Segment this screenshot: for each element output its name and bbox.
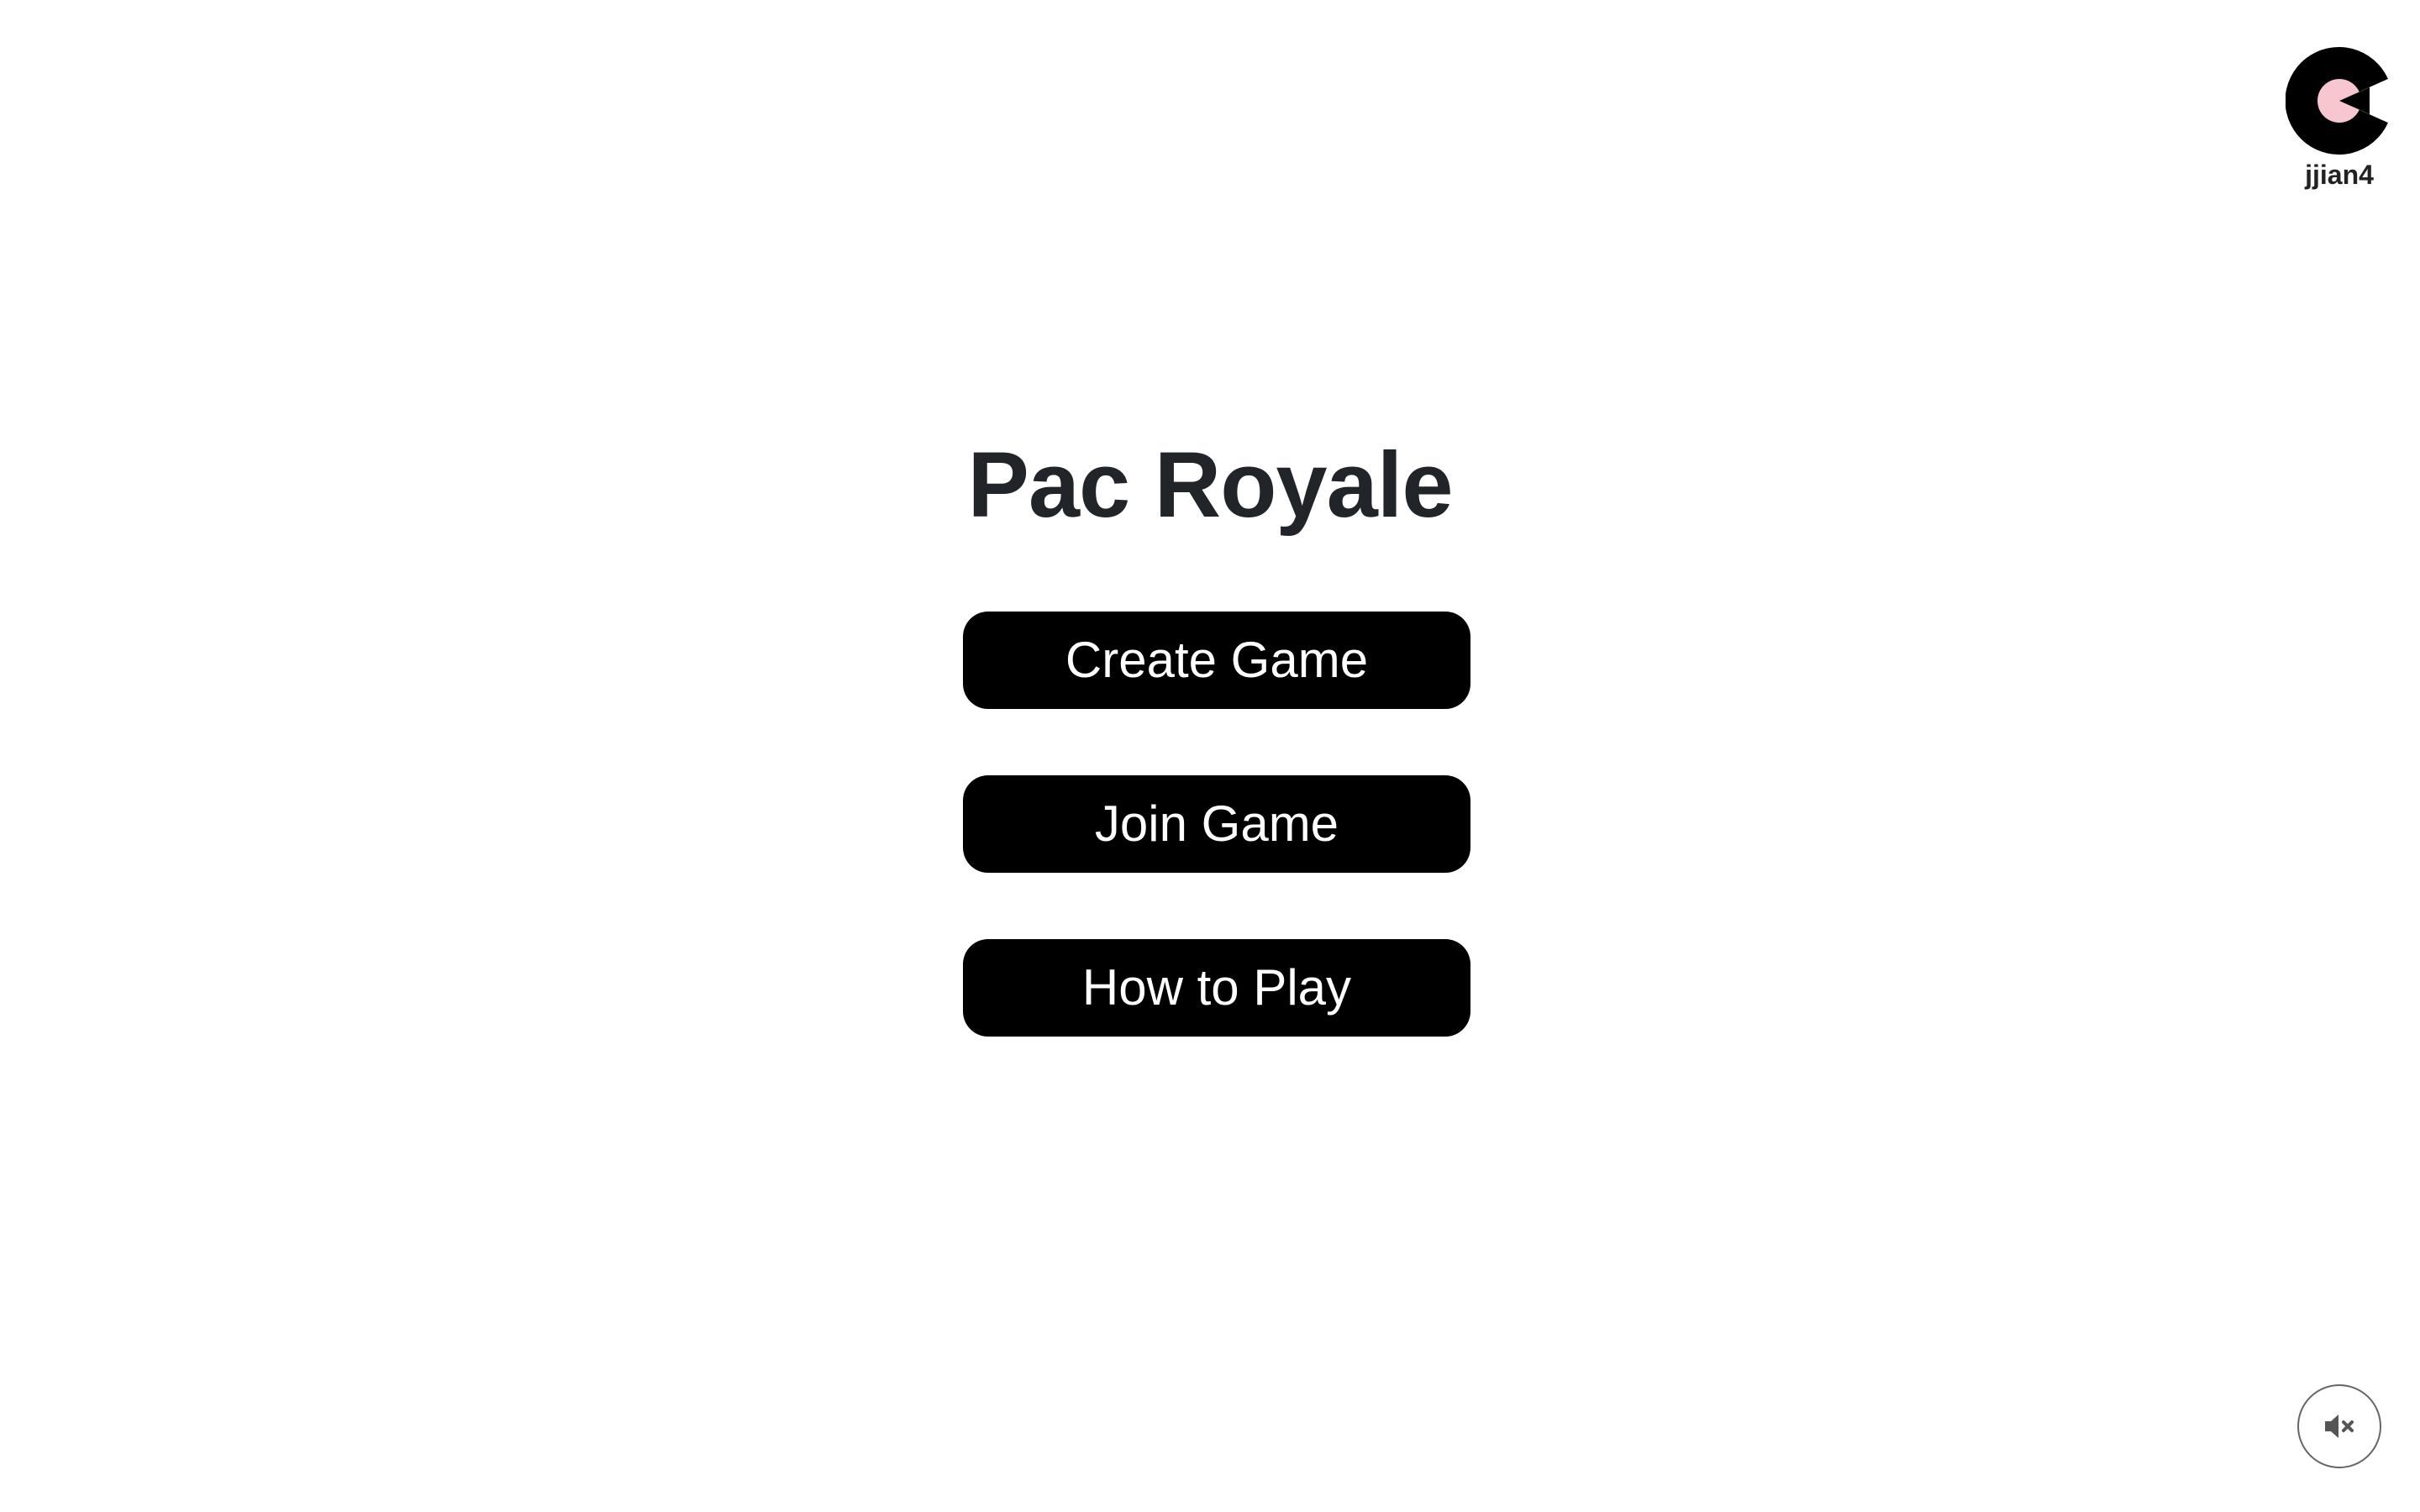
- mute-toggle-button[interactable]: [2297, 1384, 2381, 1468]
- page: jjian4 Pac Royale Create Game Join Game …: [0, 0, 2420, 1512]
- main-menu: Pac Royale Create Game Join Game How to …: [0, 0, 2420, 1512]
- volume-mute-icon: [2325, 1415, 2354, 1438]
- create-game-button[interactable]: Create Game: [963, 612, 1470, 709]
- page-title: Pac Royale: [967, 433, 1453, 537]
- join-game-button[interactable]: Join Game: [963, 775, 1470, 873]
- how-to-play-button[interactable]: How to Play: [963, 939, 1470, 1037]
